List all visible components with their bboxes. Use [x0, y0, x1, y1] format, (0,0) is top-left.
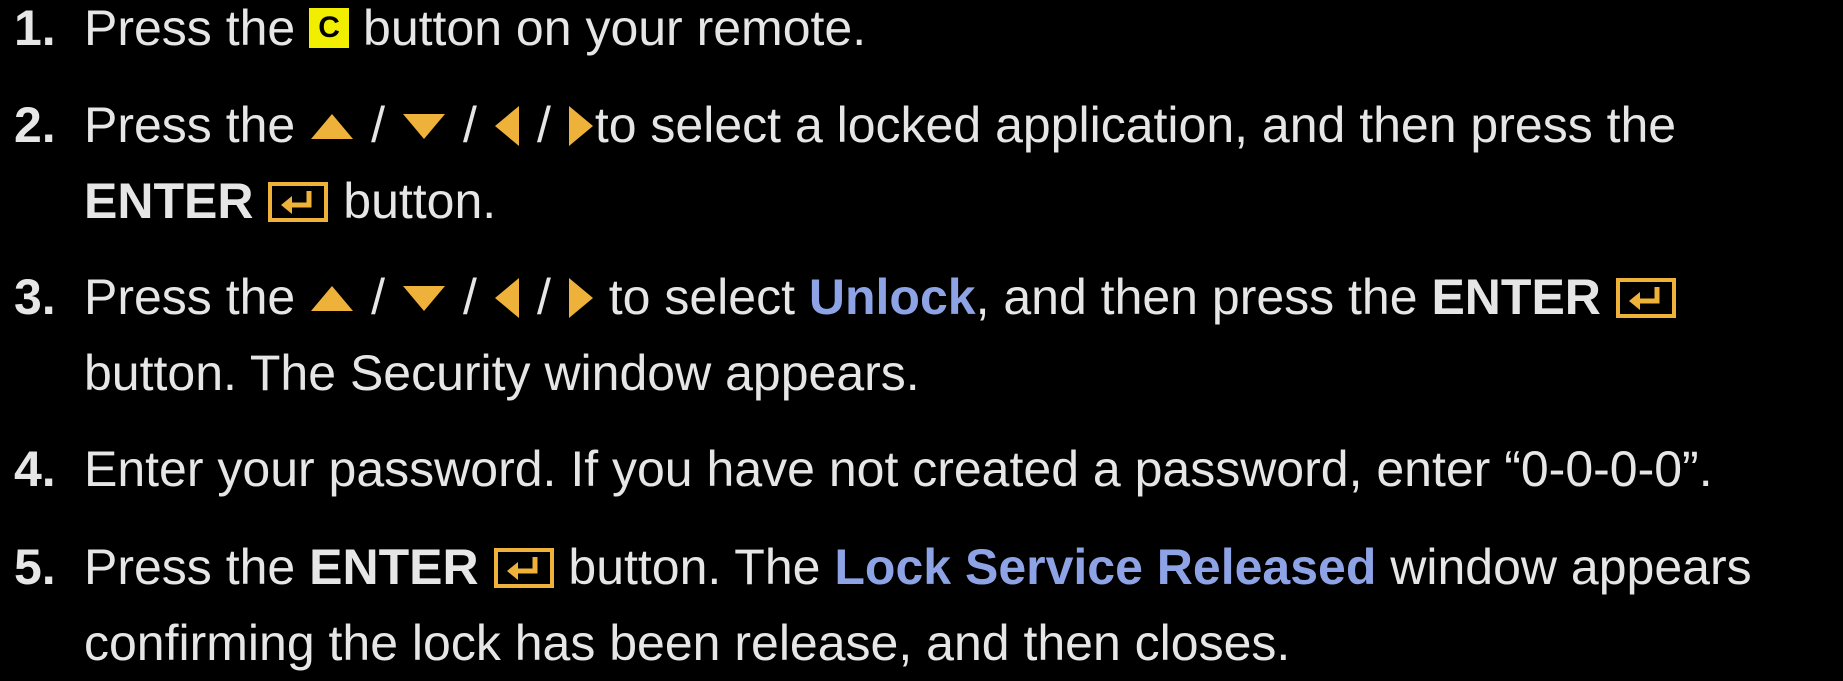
triangle-left-icon: [494, 105, 519, 146]
step-text: Enter your password. If you have not cre…: [84, 431, 1824, 507]
button-text: button.: [343, 173, 497, 229]
confirming-text: confirming the lock has been release, an…: [84, 615, 1291, 671]
enter-label: ENTER: [1431, 269, 1601, 325]
c-button-icon: C: [309, 7, 350, 48]
slash: /: [463, 97, 477, 153]
window-appears-text: window appears: [1390, 539, 1752, 595]
press-the-text: Press the: [84, 269, 296, 325]
enter-icon: [493, 547, 554, 588]
to-select-text: to select a locked application, and then…: [594, 97, 1677, 153]
triangle-up-icon: [311, 113, 354, 139]
triangle-down-icon: [403, 113, 446, 139]
step-1-rest: button on your remote.: [363, 0, 867, 56]
triangle-left-icon: [494, 277, 519, 318]
step-text: Press the ENTER button. The Lock Service…: [84, 529, 1824, 681]
press-the-text: Press the: [84, 0, 296, 56]
slash: /: [371, 269, 386, 325]
step-number: 3.: [14, 269, 56, 325]
press-the-text: Press the: [84, 97, 296, 153]
step-text: Press the C button on your remote.: [84, 0, 1824, 66]
step-number: 4.: [14, 441, 56, 497]
slash: /: [536, 97, 551, 153]
enter-icon: [1615, 277, 1676, 318]
step-number: 1.: [14, 0, 56, 56]
step-number: 5.: [14, 539, 56, 595]
step-text: Press the / / / to select a locked applicat…: [84, 87, 1824, 239]
step-text: Press the / / / to select Unlock, and then…: [84, 259, 1824, 411]
enter-label: ENTER: [309, 539, 479, 595]
slash: /: [536, 269, 551, 325]
slash: /: [463, 269, 477, 325]
triangle-right-icon: [568, 277, 593, 318]
triangle-up-icon: [311, 285, 354, 311]
step-4-text: Enter your password. If you have not cre…: [84, 441, 1713, 497]
to-select-text: to select: [608, 269, 795, 325]
instruction-steps: 1. Press the C button on your remote. 2.…: [0, 0, 1843, 671]
lock-service-released-label: Lock Service Released: [834, 539, 1377, 595]
triangle-right-icon: [568, 105, 593, 146]
slash: /: [371, 97, 386, 153]
step-number: 2.: [14, 97, 56, 153]
enter-icon: [268, 181, 329, 222]
press-the-text: Press the: [84, 539, 296, 595]
button-text: button. The Security window appears.: [84, 345, 920, 401]
triangle-down-icon: [403, 285, 446, 311]
unlock-label: Unlock: [808, 269, 976, 325]
enter-label: ENTER: [84, 173, 254, 229]
and-then-text: , and then press the: [975, 269, 1418, 325]
button-the-text: button. The: [568, 539, 821, 595]
